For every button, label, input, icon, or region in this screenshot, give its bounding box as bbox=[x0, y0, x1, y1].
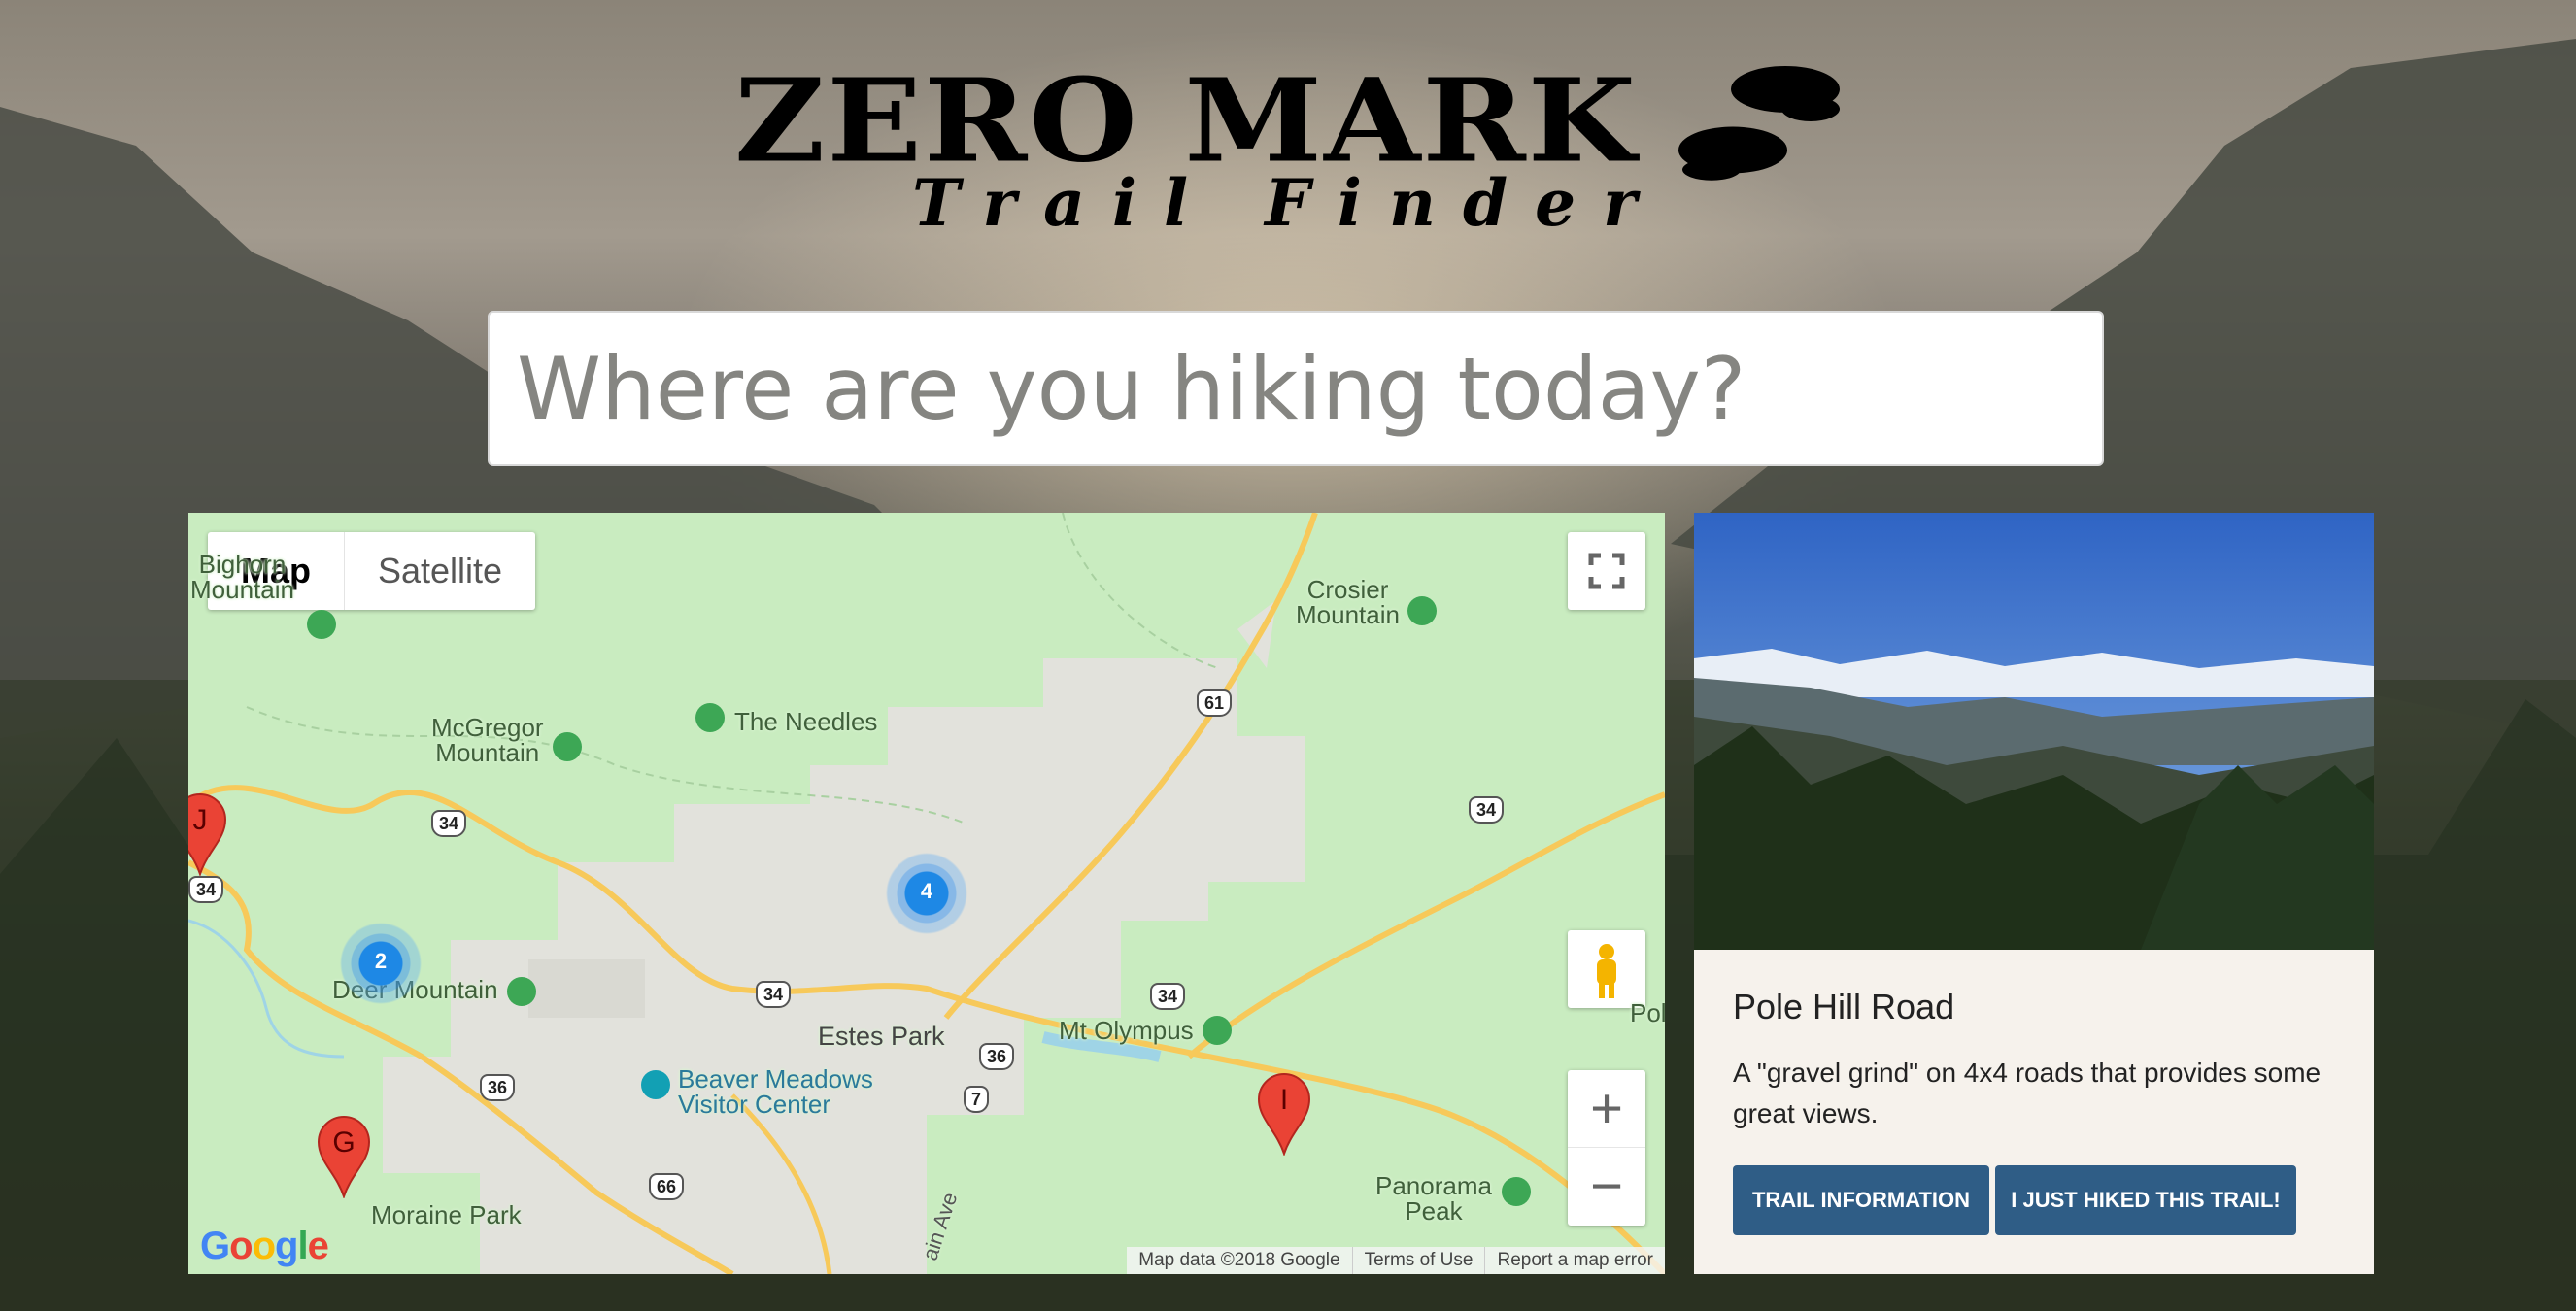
place-estes: Estes Park bbox=[818, 1022, 945, 1051]
place-mcgregor: McGregor Mountain bbox=[431, 713, 544, 767]
map-type-satellite[interactable]: Satellite bbox=[345, 532, 535, 610]
trail-marker-g[interactable]: G bbox=[317, 1115, 371, 1200]
cluster-count: 2 bbox=[374, 949, 388, 973]
marker-label: I bbox=[1279, 1084, 1289, 1116]
pegman-icon bbox=[1597, 944, 1616, 998]
trail-photo-image bbox=[1694, 513, 2374, 950]
place-bighorn: Bighorn Mountain bbox=[190, 550, 294, 604]
map-footer: Map data ©2018 Google Terms of Use Repor… bbox=[1127, 1247, 1665, 1274]
map-attribution: Map data ©2018 Google bbox=[1138, 1250, 1340, 1270]
zoom-control: + − bbox=[1568, 1070, 1645, 1226]
marker-cluster[interactable]: 4 bbox=[886, 853, 967, 934]
peak-icon bbox=[1203, 1016, 1232, 1045]
route-shield: 34 bbox=[756, 981, 792, 1008]
route-shield: 61 bbox=[1197, 689, 1233, 717]
google-logo[interactable]: Google bbox=[200, 1225, 329, 1268]
route-shield: 34 bbox=[1150, 983, 1186, 1010]
peak-icon bbox=[507, 977, 536, 1006]
trail-marker-j[interactable]: J bbox=[188, 792, 227, 878]
cluster-count: 4 bbox=[920, 879, 933, 903]
place-needles: The Needles bbox=[734, 707, 878, 736]
trail-marker-i[interactable]: I bbox=[1257, 1072, 1311, 1158]
peak-icon bbox=[307, 610, 336, 639]
trail-card: Pole Hill Road A "gravel grind" on 4x4 r… bbox=[1694, 513, 2374, 1274]
place-panorama: Panorama Peak bbox=[1375, 1171, 1492, 1226]
marker-label: G bbox=[332, 1126, 356, 1159]
peak-icon bbox=[1407, 596, 1437, 625]
street-view-button[interactable] bbox=[1568, 930, 1645, 1008]
trail-map[interactable]: Map Satellite + − Bighorn Mountain Crosi… bbox=[188, 513, 1665, 1274]
fullscreen-icon bbox=[1588, 553, 1625, 589]
search-input[interactable] bbox=[488, 311, 2104, 466]
peak-icon bbox=[553, 732, 582, 761]
hiked-trail-button[interactable]: I just hiked this trail! bbox=[1995, 1165, 2296, 1235]
place-moraine: Moraine Park bbox=[371, 1200, 522, 1229]
trail-description: A "gravel grind" on 4x4 roads that provi… bbox=[1733, 1058, 2322, 1128]
route-shield: 34 bbox=[188, 876, 224, 903]
trail-information-button[interactable]: Trail Information bbox=[1733, 1165, 1989, 1235]
marker-label: J bbox=[192, 804, 208, 836]
trail-title: Pole Hill Road bbox=[1733, 987, 1955, 1026]
zoom-out-button[interactable]: − bbox=[1568, 1148, 1645, 1226]
place-pol: Pol bbox=[1630, 998, 1665, 1027]
route-shield: 34 bbox=[431, 810, 467, 837]
terms-link[interactable]: Terms of Use bbox=[1351, 1247, 1485, 1274]
visitor-center-icon bbox=[641, 1070, 670, 1099]
place-crosier: Crosier Mountain bbox=[1296, 575, 1400, 629]
route-shield: 36 bbox=[480, 1074, 516, 1101]
trail-photo bbox=[1694, 513, 2374, 950]
site-subtitle: Trail Finder bbox=[912, 165, 1664, 241]
route-shield: 34 bbox=[1469, 796, 1505, 824]
footprints-icon bbox=[1678, 65, 1841, 181]
marker-cluster[interactable]: 2 bbox=[340, 923, 422, 1004]
report-error-link[interactable]: Report a map error bbox=[1484, 1247, 1665, 1274]
zoom-in-button[interactable]: + bbox=[1568, 1070, 1645, 1148]
fullscreen-button[interactable] bbox=[1568, 532, 1645, 610]
place-olympus: Mt Olympus bbox=[1059, 1016, 1194, 1045]
route-shield: 7 bbox=[964, 1086, 990, 1113]
place-beaver: Beaver Meadows Visitor Center bbox=[678, 1064, 873, 1119]
route-shield: 36 bbox=[979, 1043, 1015, 1070]
route-shield: 66 bbox=[649, 1173, 685, 1200]
peak-icon bbox=[695, 703, 725, 732]
peak-icon bbox=[1502, 1177, 1531, 1206]
